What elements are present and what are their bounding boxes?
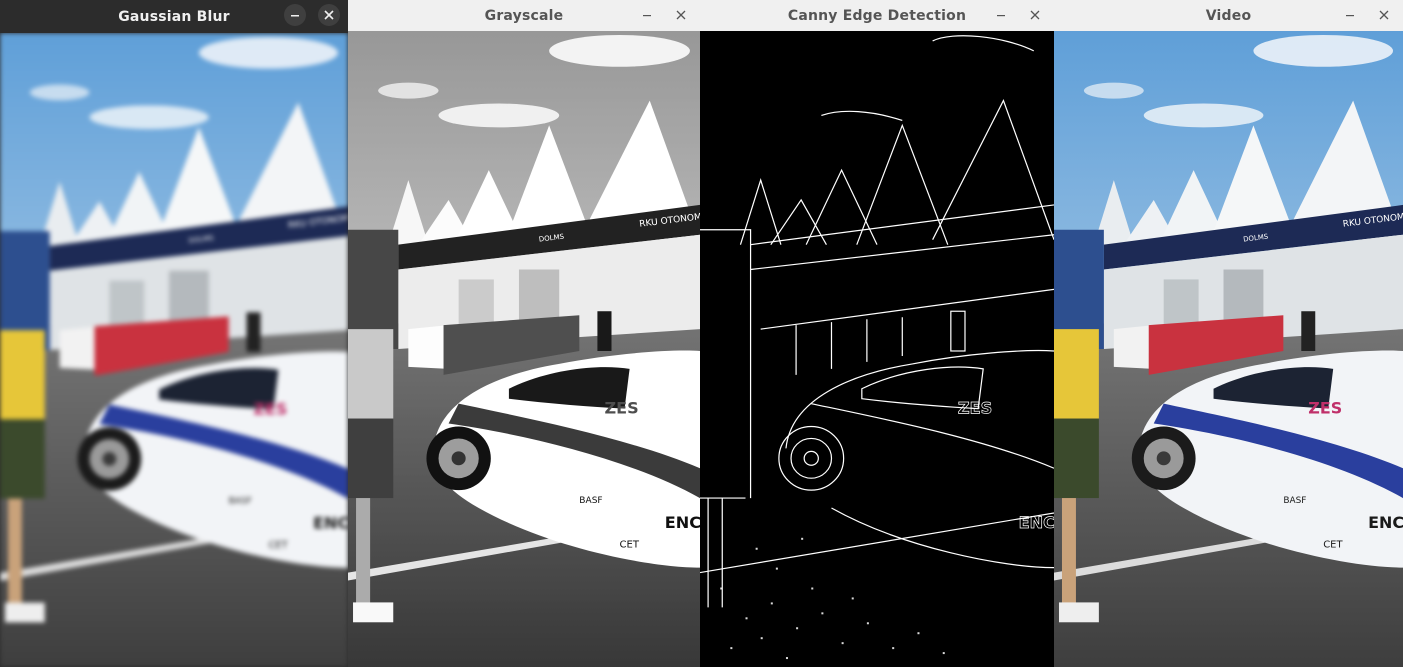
close-button[interactable]: [1373, 4, 1395, 26]
minimize-button[interactable]: [990, 4, 1012, 26]
titlebar[interactable]: Gaussian Blur: [0, 0, 348, 33]
minimize-button[interactable]: [1339, 4, 1361, 26]
svg-text:ZES: ZES: [958, 399, 992, 418]
window-title: Canny Edge Detection: [787, 7, 967, 24]
window-title: Grayscale: [484, 7, 564, 24]
titlebar[interactable]: Canny Edge Detection: [700, 0, 1054, 31]
minimize-icon: [291, 15, 299, 17]
canny-edge-image: ZES ENCO: [700, 31, 1054, 667]
close-button[interactable]: [1024, 4, 1046, 26]
minimize-icon: [643, 15, 651, 17]
close-icon: [1030, 10, 1040, 20]
grayscale-image: [348, 31, 700, 667]
minimize-button[interactable]: [284, 4, 306, 26]
video-window: Video: [1054, 0, 1403, 667]
canny-edge-window: Canny Edge Detection ZES ENC: [700, 0, 1054, 667]
video-image: [1054, 31, 1403, 667]
close-button[interactable]: [318, 4, 340, 26]
minimize-icon: [1346, 15, 1354, 17]
grayscale-window: Grayscale: [348, 0, 700, 667]
close-icon: [324, 10, 334, 20]
svg-text:ENCO: ENCO: [1019, 513, 1054, 532]
close-button[interactable]: [670, 4, 692, 26]
titlebar[interactable]: Video: [1054, 0, 1403, 31]
window-title: Gaussian Blur: [118, 8, 230, 25]
minimize-icon: [997, 15, 1005, 17]
titlebar[interactable]: Grayscale: [348, 0, 700, 31]
close-icon: [1379, 10, 1389, 20]
gaussian-blur-window: Gaussian Blur: [0, 0, 348, 667]
close-icon: [676, 10, 686, 20]
window-title: Video: [1205, 7, 1252, 24]
gaussian-blur-image: [0, 33, 348, 667]
minimize-button[interactable]: [636, 4, 658, 26]
